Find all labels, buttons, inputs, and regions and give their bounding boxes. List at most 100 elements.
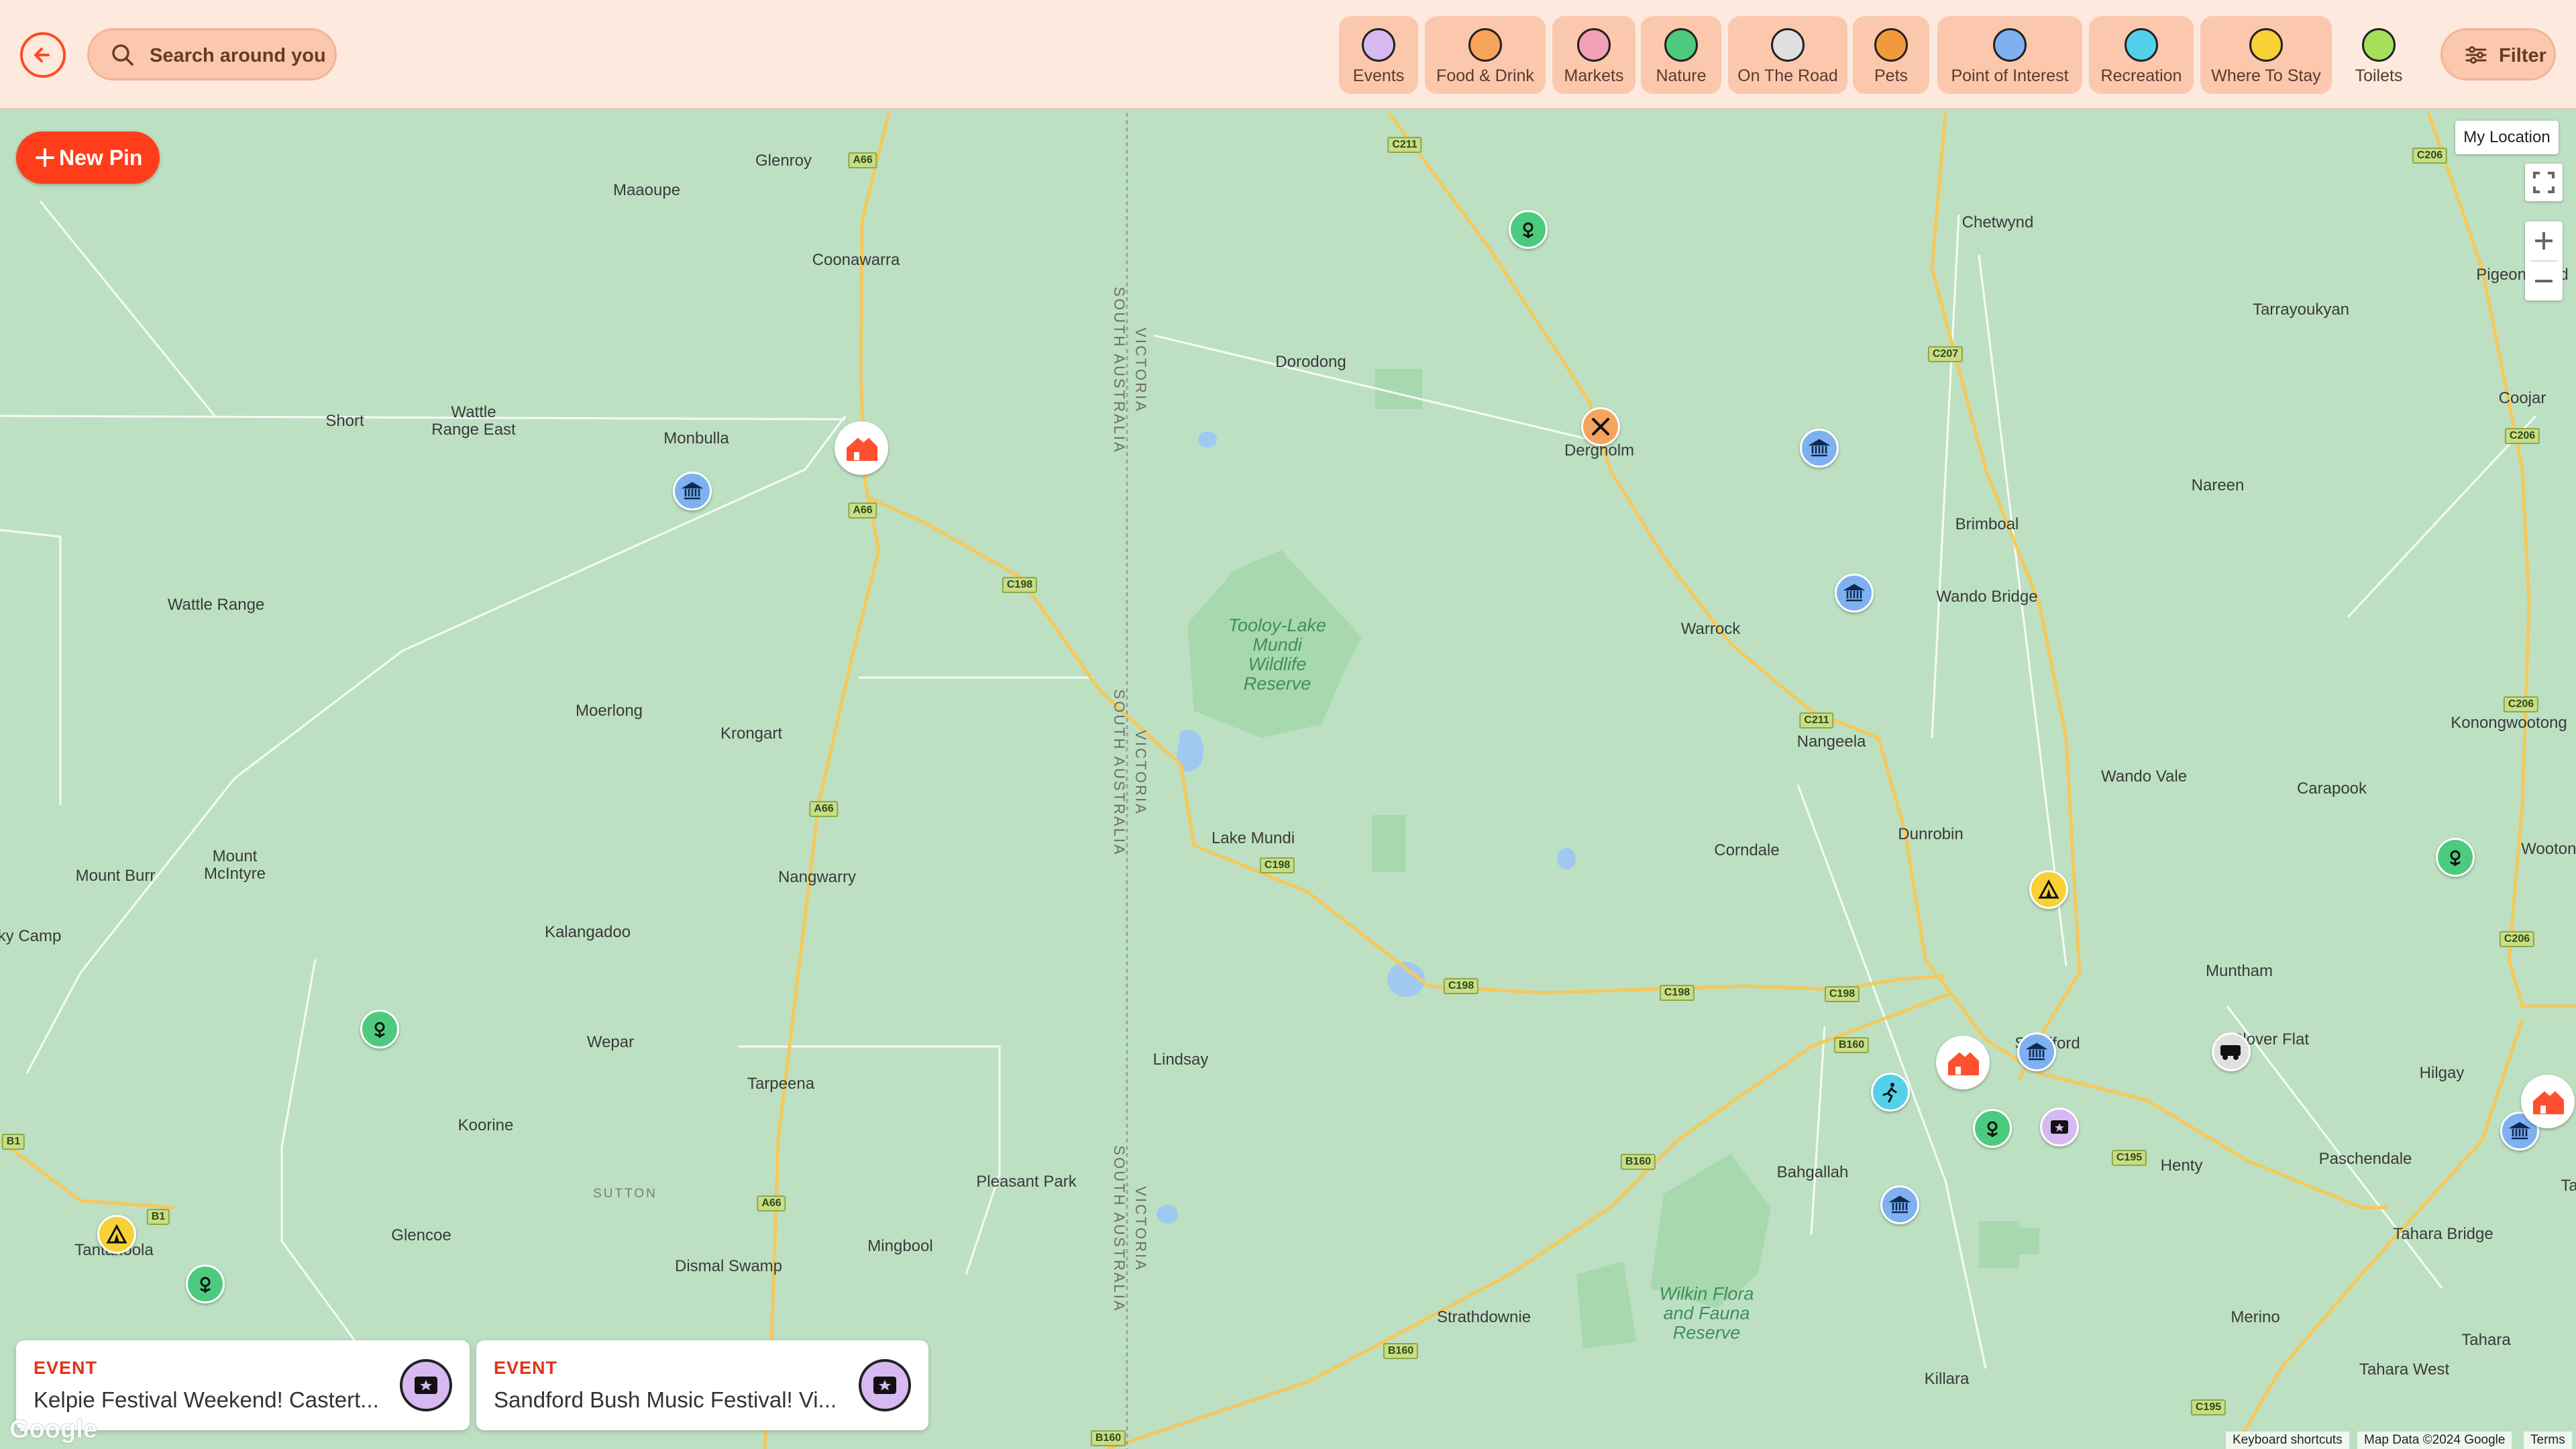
road-shield: A66 xyxy=(757,1195,786,1212)
pets-pin[interactable] xyxy=(835,421,888,475)
food-drink-pin[interactable] xyxy=(1581,407,1620,446)
event-card[interactable]: EVENT Sandford Bush Music Festival! Vi..… xyxy=(476,1340,928,1430)
category-point-of-interest[interactable]: Point of Interest xyxy=(1937,16,2082,94)
recreation-pin[interactable] xyxy=(1871,1073,1910,1112)
flower-icon xyxy=(1523,222,1534,238)
pets-pin[interactable] xyxy=(2521,1075,2575,1128)
plus-icon xyxy=(36,148,54,167)
paw-icon xyxy=(1874,28,1908,62)
category-nature[interactable]: Nature xyxy=(1641,16,1721,94)
point-of-interest-pin[interactable] xyxy=(2017,1032,2056,1071)
place-label: Killara xyxy=(1924,1370,1970,1388)
filter-button[interactable]: Filter xyxy=(2440,28,2556,80)
road-shield: C195 xyxy=(2111,1150,2147,1166)
place-label: Coonawarra xyxy=(812,251,900,269)
terms-link[interactable]: Terms xyxy=(2524,1432,2572,1449)
road-shield: A66 xyxy=(809,801,839,817)
place-label: Dismal Swamp xyxy=(674,1257,783,1275)
my-location-button[interactable]: My Location xyxy=(2455,121,2559,154)
events-pin[interactable] xyxy=(2040,1108,2079,1146)
road-shield: C206 xyxy=(2499,931,2535,947)
category-recreation[interactable]: Recreation xyxy=(2089,16,2194,94)
point-of-interest-pin[interactable] xyxy=(673,472,712,511)
category-toilets[interactable]: Toilets xyxy=(2339,16,2419,94)
pin-icon xyxy=(2362,28,2396,62)
road-shield: C198 xyxy=(1259,857,1295,873)
place-label: Merino xyxy=(2231,1308,2280,1326)
van-icon xyxy=(2220,1045,2241,1060)
event-type: EVENT xyxy=(494,1358,558,1378)
road-shield: B160 xyxy=(1620,1154,1656,1170)
place-label: Krongart xyxy=(720,724,783,743)
category-on-the-road[interactable]: On The Road xyxy=(1728,16,1847,94)
on-the-road-pin[interactable] xyxy=(2212,1032,2251,1071)
place-label: Glencoe xyxy=(391,1226,451,1244)
van-icon xyxy=(1771,28,1805,62)
place-label: Tarrayoukyan xyxy=(2252,301,2350,319)
place-label: Coojar xyxy=(2498,389,2546,407)
keyboard-shortcuts-link[interactable]: Keyboard shortcuts xyxy=(2226,1432,2349,1449)
place-label: Nareen xyxy=(2191,476,2245,494)
category-label: Nature xyxy=(1656,66,1707,85)
map-canvas[interactable]: SOUTH AUSTRALIA VICTORIA SOUTH AUSTRALIA… xyxy=(0,110,2576,1449)
place-label: SUTTON xyxy=(593,1187,657,1201)
place-label: Henty xyxy=(2160,1157,2203,1175)
category-food-drink[interactable]: Food & Drink xyxy=(1425,16,1546,94)
pets-pin[interactable] xyxy=(1936,1036,1990,1089)
nature-pin[interactable] xyxy=(186,1265,225,1303)
category-label: Markets xyxy=(1564,66,1624,85)
place-label: Moerlong xyxy=(575,702,643,720)
search-icon xyxy=(112,44,133,66)
flower-icon xyxy=(374,1022,385,1038)
place-label: Corndale xyxy=(1714,841,1780,859)
nature-pin[interactable] xyxy=(2436,838,2475,877)
flower-icon xyxy=(200,1277,211,1293)
place-label: Wattle Range xyxy=(167,596,265,614)
landmark-icon xyxy=(1809,439,1830,457)
category-events[interactable]: Events xyxy=(1339,16,1418,94)
fullscreen-button[interactable] xyxy=(2525,164,2563,201)
category-markets[interactable]: Markets xyxy=(1552,16,1635,94)
where-to-stay-pin[interactable] xyxy=(97,1215,136,1254)
place-label: Monbulla xyxy=(663,429,729,447)
back-button[interactable] xyxy=(20,32,66,78)
map-data-attribution: Map Data ©2024 Google xyxy=(2357,1432,2512,1449)
sliders-icon xyxy=(2465,46,2487,64)
place-label: Lindsay xyxy=(1152,1051,1209,1069)
category-label: Recreation xyxy=(2100,66,2182,85)
category-pets[interactable]: Pets xyxy=(1853,16,1929,94)
border-label: SOUTH AUSTRALIA xyxy=(1111,689,1128,857)
top-bar: Search around you Events Food & Drink Ma… xyxy=(0,0,2576,110)
zoom-in-button[interactable] xyxy=(2525,221,2563,260)
nature-pin[interactable] xyxy=(360,1010,399,1049)
point-of-interest-pin[interactable] xyxy=(1880,1185,1919,1224)
place-label: Wando Vale xyxy=(2100,767,2188,786)
nature-pin[interactable] xyxy=(1509,210,1548,249)
place-label: Maaoupe xyxy=(612,181,681,199)
flower-icon xyxy=(2450,850,2461,866)
landmark-icon xyxy=(1993,28,2027,62)
point-of-interest-pin[interactable] xyxy=(1800,429,1839,468)
flower-icon xyxy=(1664,28,1698,62)
place-label: Warrock xyxy=(1680,620,1741,638)
point-of-interest-pin[interactable] xyxy=(1835,574,1874,612)
border-label: VICTORIA xyxy=(1132,730,1149,816)
flower-icon xyxy=(1987,1121,1998,1137)
new-pin-button[interactable]: New Pin xyxy=(16,131,160,184)
zoom-out-button[interactable] xyxy=(2525,262,2563,301)
road-shield: B160 xyxy=(1833,1037,1870,1053)
house-icon xyxy=(847,437,877,461)
tent-icon xyxy=(106,1224,127,1244)
place-label: Tahara Bridge xyxy=(2393,1225,2493,1243)
category-where-to-stay[interactable]: Where To Stay xyxy=(2200,16,2332,94)
place-label: Mingbool xyxy=(867,1237,933,1255)
search-input[interactable]: Search around you xyxy=(87,28,337,80)
nature-pin[interactable] xyxy=(1973,1109,2012,1148)
place-label: Paschendale xyxy=(2318,1150,2412,1168)
place-label: Koorine xyxy=(458,1116,514,1134)
landmark-icon xyxy=(2509,1122,2530,1140)
where-to-stay-pin[interactable] xyxy=(2029,870,2068,909)
road-shield: B160 xyxy=(1090,1430,1126,1446)
road-shield: C198 xyxy=(1824,986,1860,1002)
place-label: Mount Burr xyxy=(75,867,156,885)
